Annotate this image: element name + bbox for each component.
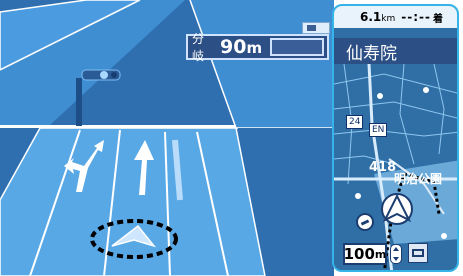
place-label: 明治公園: [394, 172, 443, 186]
arrival-time: --:--: [401, 10, 431, 24]
signal-pole: [76, 78, 82, 126]
map-scale[interactable]: 100 m: [343, 243, 387, 265]
zoom-spinner-icon[interactable]: [390, 244, 402, 264]
road-name-badge: EN: [369, 123, 388, 137]
arrival-suffix: 着: [432, 13, 443, 25]
map-vehicle-icon: [381, 193, 413, 225]
navigation-screen: 分岐 90m 6.1km --:-- 着 仙寿院 24 EN 418 明治公園 …: [0, 0, 463, 276]
status-strip: 6.1km --:-- 着: [334, 6, 457, 28]
distance-to-junction: 90m: [220, 36, 263, 58]
map-panel[interactable]: 6.1km --:-- 着 仙寿院: [332, 4, 459, 272]
pin-tab-icon[interactable]: [302, 22, 330, 34]
vehicle-position-icon: [90, 219, 178, 259]
junction-label: 分岐: [192, 32, 205, 63]
route-number-label: 418: [369, 160, 397, 175]
destination-name: 仙寿院: [334, 38, 457, 64]
north-compass-icon[interactable]: [356, 213, 374, 231]
lane-arrow-straight-icon: [134, 140, 154, 195]
map-view-icon[interactable]: [408, 243, 428, 263]
distance-progress-bar: [270, 38, 324, 56]
remaining-distance: 6.1km: [360, 10, 396, 24]
road-number-badge: 24: [346, 115, 364, 129]
lane-arrow-left-icon: [64, 140, 104, 192]
junction-guidance-bar: 分岐 90m: [186, 32, 329, 63]
route-map[interactable]: [334, 64, 459, 272]
